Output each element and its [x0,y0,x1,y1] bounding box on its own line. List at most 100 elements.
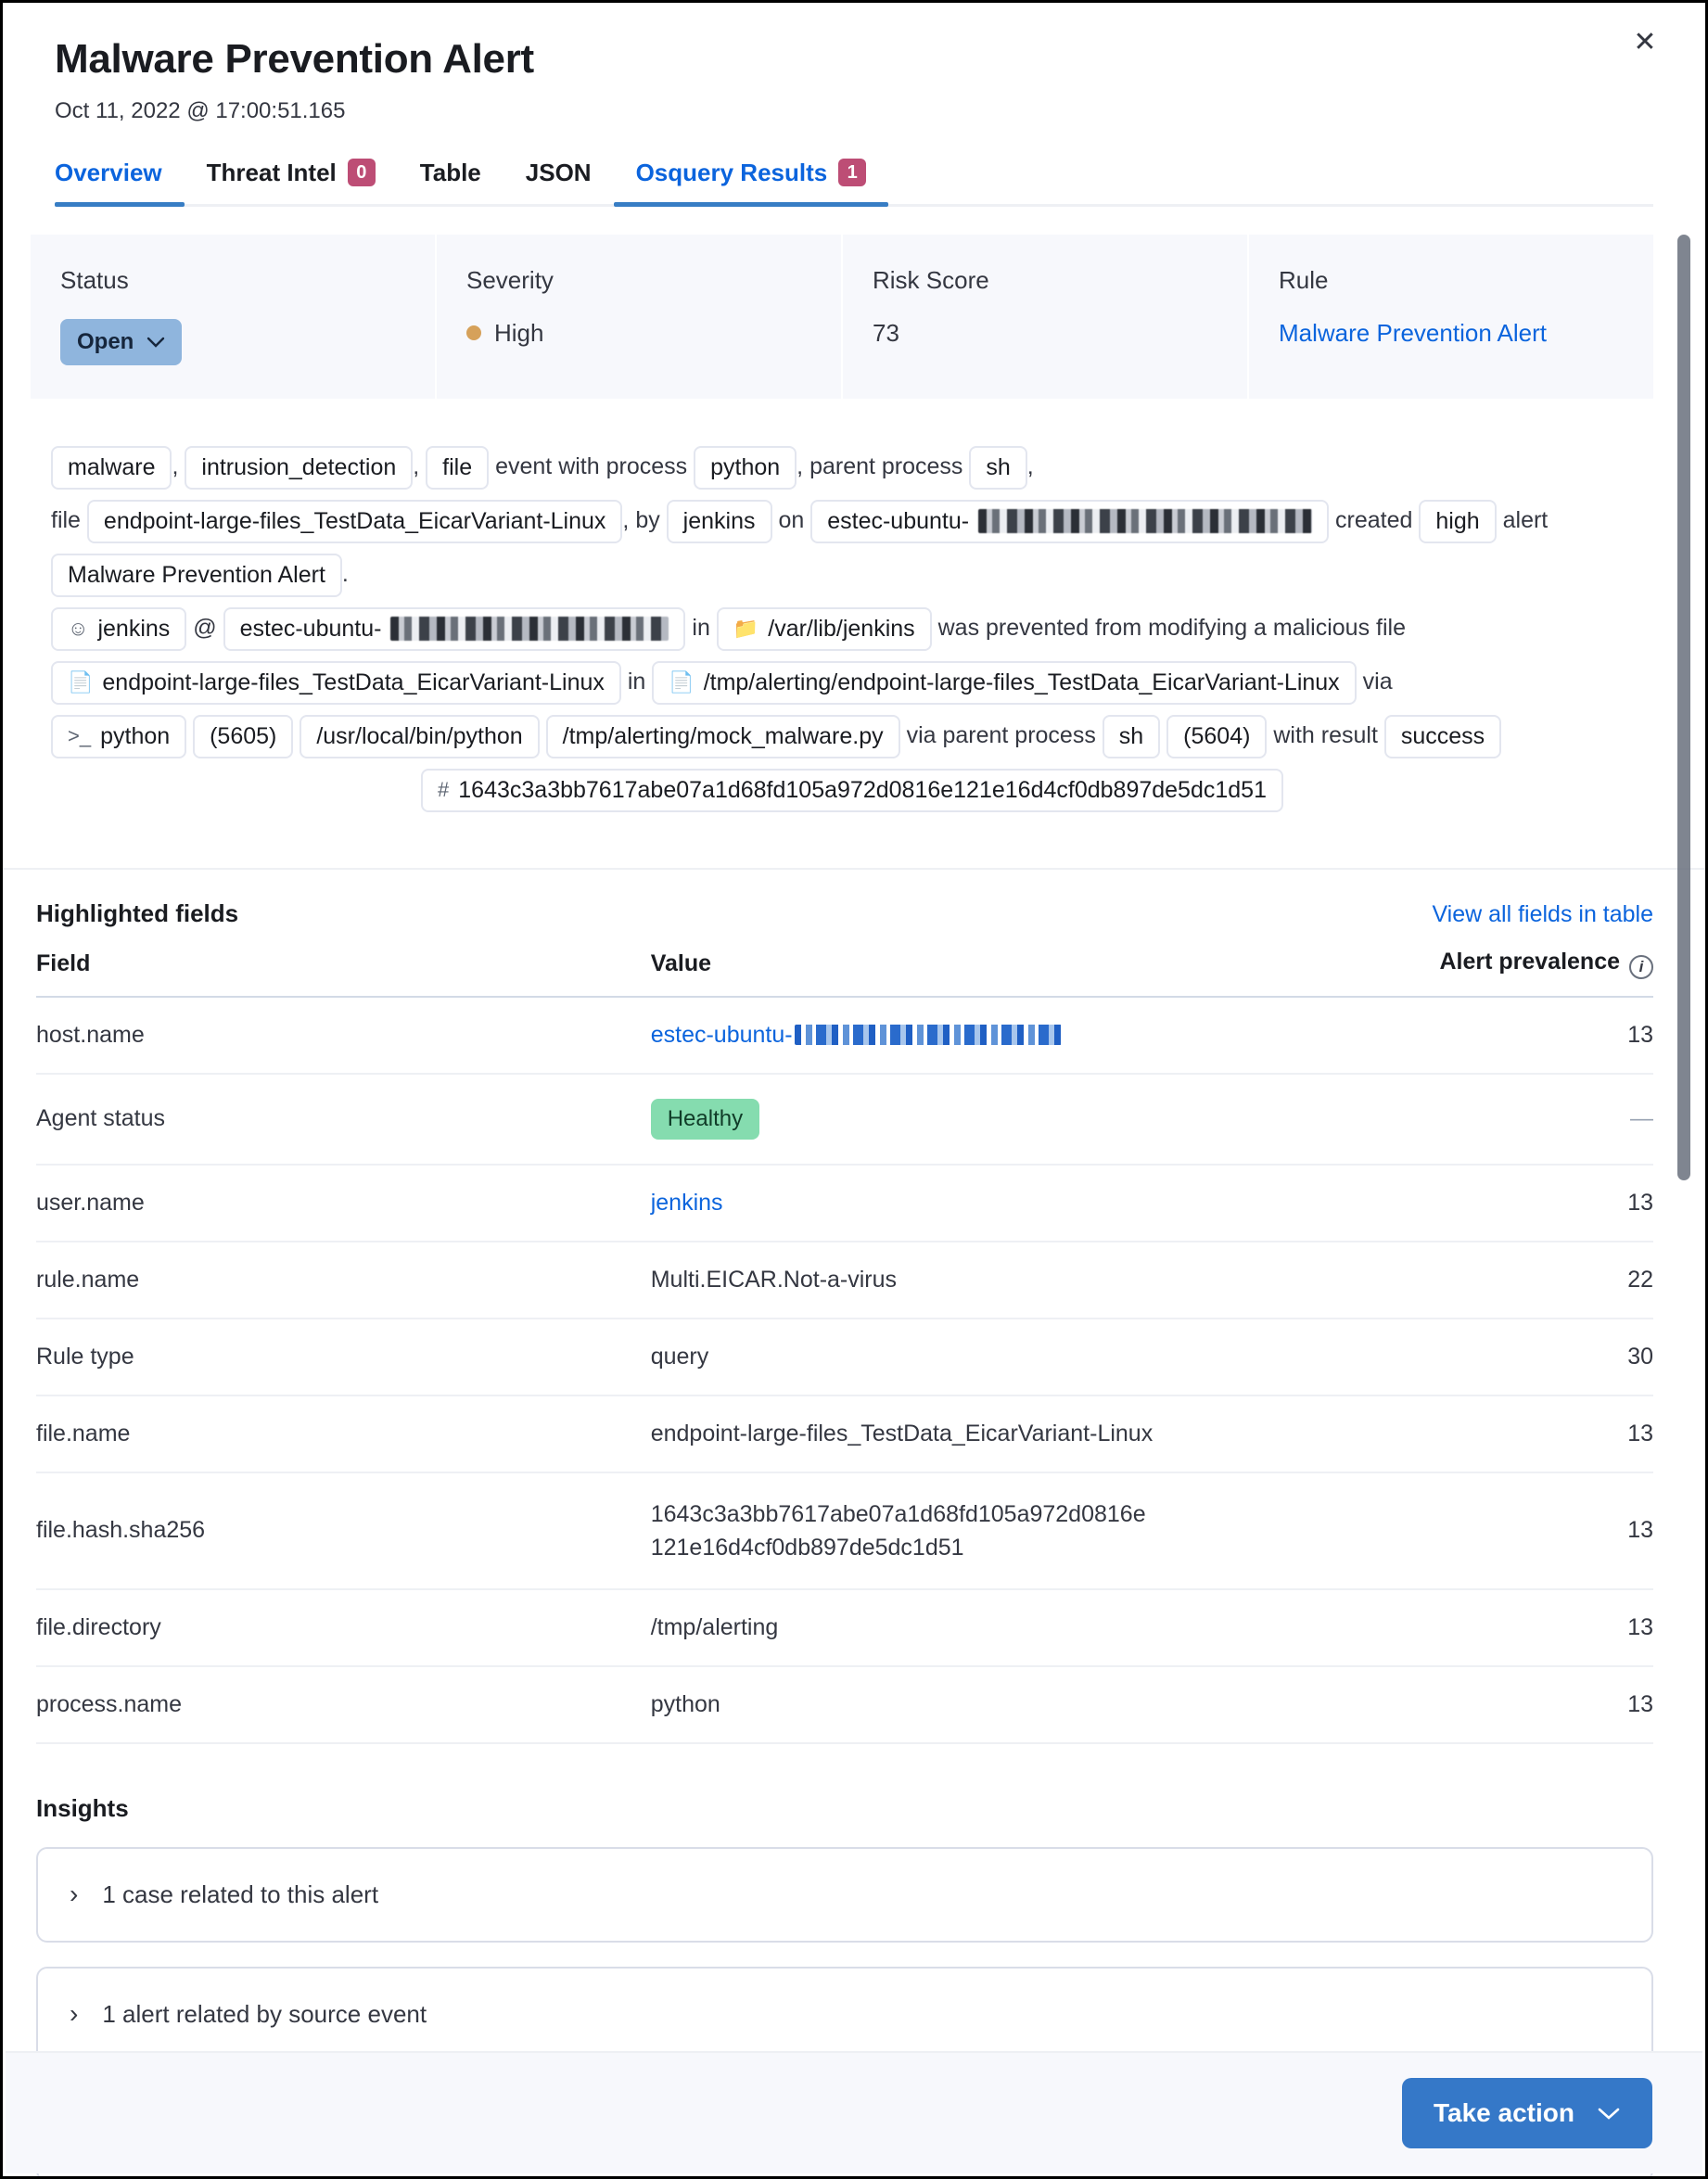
highlighted-fields-title: Highlighted fields [36,899,238,928]
summary-card-status: Status Open [31,235,437,399]
tab-table[interactable]: Table [398,159,503,204]
rule-link[interactable]: Malware Prevention Alert [1279,319,1547,348]
tab-threat-intel[interactable]: Threat Intel 0 [185,159,398,204]
chip-target-file-name[interactable]: 📄 endpoint-large-files_TestData_EicarVar… [51,661,621,705]
chip-file-hash[interactable]: # 1643c3a3bb7617abe07a1d68fd105a972d0816… [421,769,1283,812]
tab-overview[interactable]: Overview [55,159,185,204]
chip-process-pid[interactable]: (5605) [193,715,293,758]
view-all-fields-link[interactable]: View all fields in table [1432,901,1653,928]
tab-osquery-results[interactable]: Osquery Results 1 [614,159,889,204]
summary-card-risk-score: Risk Score 73 [843,235,1249,399]
reason-text-by: , by [622,507,659,533]
table-row: user.name jenkins 13 [36,1165,1653,1242]
insight-related-by-source-event[interactable]: › 1 alert related by source event [36,1967,1653,2062]
reason-line-5: 📄 endpoint-large-files_TestData_EicarVar… [51,655,1653,708]
chip-process-args[interactable]: /tmp/alerting/mock_malware.py [546,715,900,758]
field-prevalence-file-directory[interactable]: 13 [1362,1589,1653,1666]
chip-host-name-2-prefix: estec-ubuntu- [240,615,382,644]
field-value-process-name: python [651,1666,1362,1743]
folder-icon: 📁 [733,616,758,642]
rule-label: Rule [1279,266,1624,295]
status-label: Status [60,266,405,295]
file-icon: 📄 [68,669,93,695]
insight-related-cases[interactable]: › 1 case related to this alert [36,1847,1653,1943]
close-icon[interactable]: ✕ [1627,25,1663,60]
reason-text-on: on [778,507,804,533]
field-prevalence-agent-status: — [1362,1074,1653,1165]
reason-text-in-2: in [628,669,645,694]
field-name-file-name: file.name [36,1395,651,1472]
tab-json[interactable]: JSON [503,159,614,204]
chip-target-file-path[interactable]: 📄 /tmp/alerting/endpoint-large-files_Tes… [652,661,1356,705]
field-prevalence-file-hash[interactable]: 13 [1362,1472,1653,1589]
chip-user-jenkins[interactable]: jenkins [667,500,772,543]
field-value-file-hash: 1643c3a3bb7617abe07a1d68fd105a972d0816e … [651,1472,1362,1589]
status-value: Open [77,329,134,355]
reason-line-2: file endpoint-large-files_TestData_Eicar… [51,493,1653,547]
chip-severity-high[interactable]: high [1419,500,1496,543]
severity-value: High [494,319,543,348]
chip-event-category-file[interactable]: file [426,446,489,490]
take-action-button[interactable]: Take action [1402,2078,1652,2148]
reason-text-in-1: in [692,615,709,641]
field-name-rule-type: Rule type [36,1319,651,1395]
chevron-down-icon-2 [1597,2107,1621,2121]
reason-sep-3: , [797,453,803,479]
table-row: Agent status Healthy — [36,1074,1653,1165]
chip-host-name-2[interactable]: estec-ubuntu- [223,607,686,651]
chip-event-category-malware[interactable]: malware [51,446,172,490]
highlighted-fields-section: Highlighted fields View all fields in ta… [36,870,1653,1744]
flyout-footer: Take action [6,2051,1702,2173]
host-name-link[interactable]: estec-ubuntu- [651,1022,793,1048]
table-row: rule.name Multi.EICAR.Not-a-virus 22 [36,1242,1653,1319]
chip-event-category-intrusion-detection[interactable]: intrusion_detection [185,446,413,490]
column-header-prevalence-label: Alert prevalence [1439,949,1620,975]
chip-parent-process-name[interactable]: sh [1103,715,1160,758]
reason-text-parent-process: parent process [809,453,962,479]
chevron-right-icon-2: › [70,2001,78,2027]
field-prevalence-host-name[interactable]: 13 [1362,997,1653,1074]
field-prevalence-rule-name[interactable]: 22 [1362,1242,1653,1319]
chip-working-directory[interactable]: 📁 /var/lib/jenkins [717,607,932,651]
reason-sep-2: , [413,453,419,479]
chip-rule-name[interactable]: Malware Prevention Alert [51,554,342,597]
alert-timestamp: Oct 11, 2022 @ 17:00:51.165 [55,96,1653,125]
insights-title: Insights [36,1794,1653,1823]
chip-process-name-label: python [100,722,170,751]
field-value-file-name: endpoint-large-files_TestData_EicarVaria… [651,1395,1362,1472]
chip-host-name[interactable]: estec-ubuntu- [810,500,1329,543]
chevron-right-icon: › [70,1881,78,1907]
reason-line-4: ☺ jenkins @ estec-ubuntu- in 📁 /var/lib/… [51,601,1653,655]
chip-file-name[interactable]: endpoint-large-files_TestData_EicarVaria… [87,500,623,543]
tab-table-label: Table [420,159,481,187]
field-prevalence-process-name[interactable]: 13 [1362,1666,1653,1743]
chip-process-executable[interactable]: /usr/local/bin/python [300,715,539,758]
column-header-value: Value [651,949,1362,997]
field-prevalence-file-name[interactable]: 13 [1362,1395,1653,1472]
reason-text-file: file [51,507,81,533]
reason-line-1: malware, intrusion_detection, file event… [51,440,1653,493]
vertical-scrollbar[interactable] [1677,235,1690,2179]
tab-json-label: JSON [526,159,592,187]
field-prevalence-rule-type[interactable]: 30 [1362,1319,1653,1395]
chip-parent-process-pid[interactable]: (5604) [1166,715,1267,758]
info-icon[interactable]: i [1629,955,1653,979]
reason-text-prevented: was prevented from modifying a malicious… [938,615,1406,641]
reason-text-via-parent: via parent process [907,722,1096,748]
table-row: file.name endpoint-large-files_TestData_… [36,1395,1653,1472]
chip-user-jenkins-2[interactable]: ☺ jenkins [51,607,186,651]
chip-event-outcome[interactable]: success [1384,715,1501,758]
insight-related-cases-label: 1 case related to this alert [102,1880,378,1909]
field-prevalence-user-name[interactable]: 13 [1362,1165,1653,1242]
reason-sep-4: , [1027,453,1034,479]
reason-text-via-1: via [1363,669,1393,694]
status-dropdown[interactable]: Open [60,319,182,365]
chip-process-python[interactable]: python [694,446,797,490]
chip-process-name[interactable]: >_ python [51,715,186,758]
chip-parent-process-sh[interactable]: sh [969,446,1026,490]
user-name-link[interactable]: jenkins [651,1190,723,1216]
severity-dot-icon [466,325,481,340]
alert-summary-cards: Status Open Severity High Risk Score 73 [31,235,1653,399]
risk-score-label: Risk Score [873,266,1217,295]
scrollbar-thumb[interactable] [1677,235,1690,1180]
